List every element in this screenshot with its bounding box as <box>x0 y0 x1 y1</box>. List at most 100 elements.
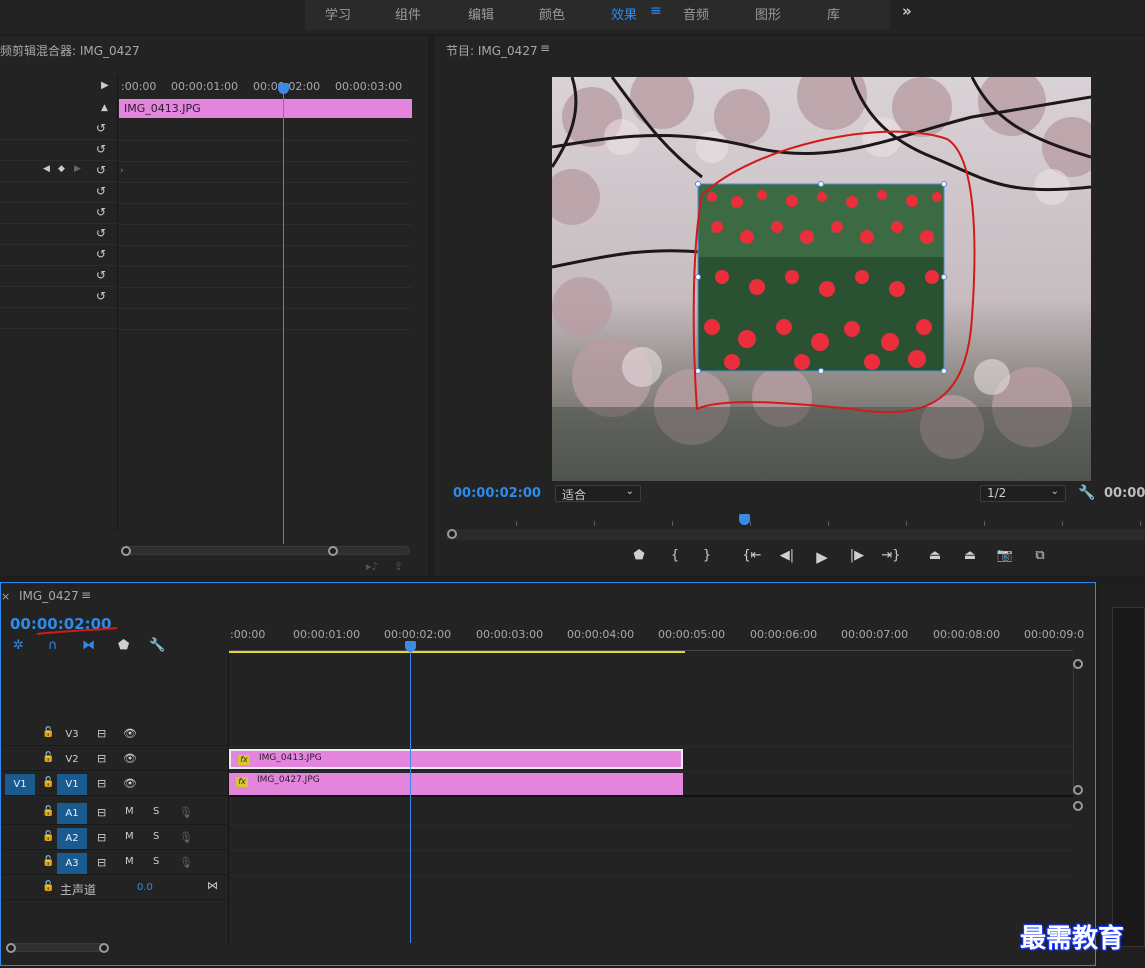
work-area-bar[interactable] <box>229 651 685 653</box>
sync-lock-icon[interactable]: ⊟ <box>97 856 106 869</box>
lock-icon[interactable]: 🔓 <box>42 777 54 788</box>
mark-in-icon[interactable]: { <box>664 548 686 568</box>
property-row[interactable] <box>0 308 118 329</box>
mute-button[interactable]: M <box>125 806 134 817</box>
reset-icon[interactable]: ↺ <box>96 268 106 282</box>
lane-a2[interactable] <box>229 826 1073 851</box>
effect-clip-bar[interactable]: IMG_0413.JPG <box>119 99 412 118</box>
source-patch[interactable]: V1 <box>5 774 35 795</box>
monitor-scrubber[interactable] <box>446 529 1145 540</box>
lane-a3[interactable] <box>229 851 1073 876</box>
play-icon[interactable]: ▶ <box>811 548 833 568</box>
add-marker-icon[interactable]: ⬟ <box>118 638 129 653</box>
reset-icon[interactable]: ↺ <box>96 184 106 198</box>
microphone-icon[interactable]: 🎙 <box>179 856 193 869</box>
reset-icon[interactable]: ↺ <box>96 205 106 219</box>
track-v3[interactable]: 🔓 V3 ⊟ 👁 <box>1 722 229 746</box>
reset-icon[interactable]: ↺ <box>96 142 106 156</box>
lock-icon[interactable]: 🔓 <box>42 727 54 738</box>
scroll-handle-left[interactable] <box>121 546 131 556</box>
add-keyframe-icon[interactable]: ◆ <box>58 164 65 174</box>
inset-image[interactable] <box>695 181 947 374</box>
track-a1[interactable]: 🔓 A1 ⊟ M S 🎙 <box>1 801 229 825</box>
go-to-out-icon[interactable]: ⇥} <box>880 548 902 568</box>
microphone-icon[interactable]: 🎙 <box>179 806 193 819</box>
mute-button[interactable]: M <box>125 831 134 842</box>
track-label[interactable]: A1 <box>57 803 87 824</box>
master-volume[interactable]: 0.0 <box>137 882 153 893</box>
snap-icon[interactable]: ∩ <box>48 638 58 653</box>
track-master[interactable]: 🔓 主声道 0.0 ⋈ <box>1 876 229 900</box>
scroll-handle-left[interactable] <box>6 943 16 953</box>
tab-graphics[interactable]: 图形 <box>755 4 781 23</box>
panel-title[interactable]: 音频剪辑混合器: IMG_0427 <box>0 42 140 59</box>
wrench-icon[interactable]: 🔧 <box>149 638 165 653</box>
audio-only-icon[interactable]: ▸♪ <box>366 560 379 573</box>
tab-libraries[interactable]: 库 <box>827 4 840 23</box>
sync-lock-icon[interactable]: ⊟ <box>97 777 106 790</box>
sync-lock-icon[interactable]: ⊟ <box>97 752 106 765</box>
track-label[interactable]: V1 <box>57 774 87 795</box>
eye-icon[interactable]: 👁 <box>123 727 137 740</box>
go-to-end-icon[interactable]: ⋈ <box>207 879 218 892</box>
track-a3[interactable]: 🔓 A3 ⊟ M S 🎙 <box>1 851 229 875</box>
scroll-handle-left[interactable] <box>447 529 457 539</box>
property-row[interactable]: ↺ <box>0 182 118 203</box>
mute-button[interactable]: M <box>125 856 134 867</box>
step-back-icon[interactable]: ◀| <box>776 548 798 568</box>
microphone-icon[interactable]: 🎙 <box>179 831 193 844</box>
eye-icon[interactable]: 👁 <box>123 752 137 765</box>
lane-v3[interactable] <box>229 722 1073 747</box>
reset-icon[interactable]: ↺ <box>96 226 106 240</box>
go-to-in-icon[interactable]: {⇤ <box>741 548 763 568</box>
reset-icon[interactable]: ↺ <box>96 121 106 135</box>
track-label[interactable]: A2 <box>57 828 87 849</box>
mark-out-icon[interactable]: } <box>696 548 718 568</box>
playhead-timecode[interactable]: 00:00:02:00 <box>453 486 541 501</box>
track-label[interactable]: A3 <box>57 853 87 874</box>
lock-icon[interactable]: 🔓 <box>42 752 54 763</box>
panel-title[interactable]: 节目: IMG_0427 <box>446 42 538 59</box>
clip-img-0413[interactable]: fx IMG_0413.JPG <box>229 749 683 769</box>
hamburger-icon[interactable]: ≡ <box>540 41 550 55</box>
export-icon[interactable]: ⇪ <box>394 560 403 573</box>
solo-button[interactable]: S <box>153 856 159 867</box>
timeline-ruler[interactable] <box>229 641 1073 651</box>
lift-icon[interactable]: ⏏ <box>924 548 946 568</box>
zoom-scrollbar[interactable] <box>122 546 410 555</box>
scroll-handle-top[interactable] <box>1073 659 1083 669</box>
solo-button[interactable]: S <box>153 806 159 817</box>
reset-icon[interactable]: ↺ <box>96 247 106 261</box>
add-marker-icon[interactable]: ⬟ <box>628 548 650 568</box>
track-label[interactable]: V2 <box>57 749 87 770</box>
tab-editing[interactable]: 编辑 <box>468 4 494 23</box>
playhead-icon[interactable] <box>278 83 289 94</box>
property-row[interactable]: ↺ <box>0 287 118 308</box>
wrench-icon[interactable]: 🔧 <box>1078 485 1095 501</box>
nest-icon[interactable]: ✲ <box>13 638 24 653</box>
tab-audio[interactable]: 音频 <box>683 4 709 23</box>
solo-button[interactable]: S <box>153 831 159 842</box>
tab-color[interactable]: 颜色 <box>539 4 565 23</box>
reset-icon[interactable]: ↺ <box>96 163 106 177</box>
reset-icon[interactable]: ↺ <box>96 289 106 303</box>
sync-lock-icon[interactable]: ⊟ <box>97 831 106 844</box>
tab-assembly[interactable]: 组件 <box>395 4 421 23</box>
track-a2[interactable]: 🔓 A2 ⊟ M S 🎙 <box>1 826 229 850</box>
timeline-hscrollbar[interactable] <box>7 943 107 952</box>
resolution-dropdown[interactable]: 1/2 ⌄ <box>980 485 1066 502</box>
camera-icon[interactable]: 📷 <box>994 548 1016 568</box>
prev-keyframe-icon[interactable]: ◀ <box>43 164 50 174</box>
property-row[interactable]: ↺ <box>0 140 118 161</box>
sync-lock-icon[interactable]: ⊟ <box>97 806 106 819</box>
step-forward-icon[interactable]: |▶ <box>846 548 868 568</box>
close-icon[interactable]: × <box>1 590 10 603</box>
eye-icon[interactable]: 👁 <box>123 777 137 790</box>
video-scrollbar[interactable] <box>1073 663 1083 793</box>
scroll-handle-right[interactable] <box>99 943 109 953</box>
compare-view-icon[interactable]: ⧉ <box>1029 548 1051 568</box>
hamburger-icon[interactable]: ≡ <box>81 588 91 602</box>
program-preview[interactable] <box>552 77 1091 481</box>
property-row[interactable]: ↺ <box>0 266 118 287</box>
chevron-double-right-icon[interactable]: » <box>902 2 912 20</box>
